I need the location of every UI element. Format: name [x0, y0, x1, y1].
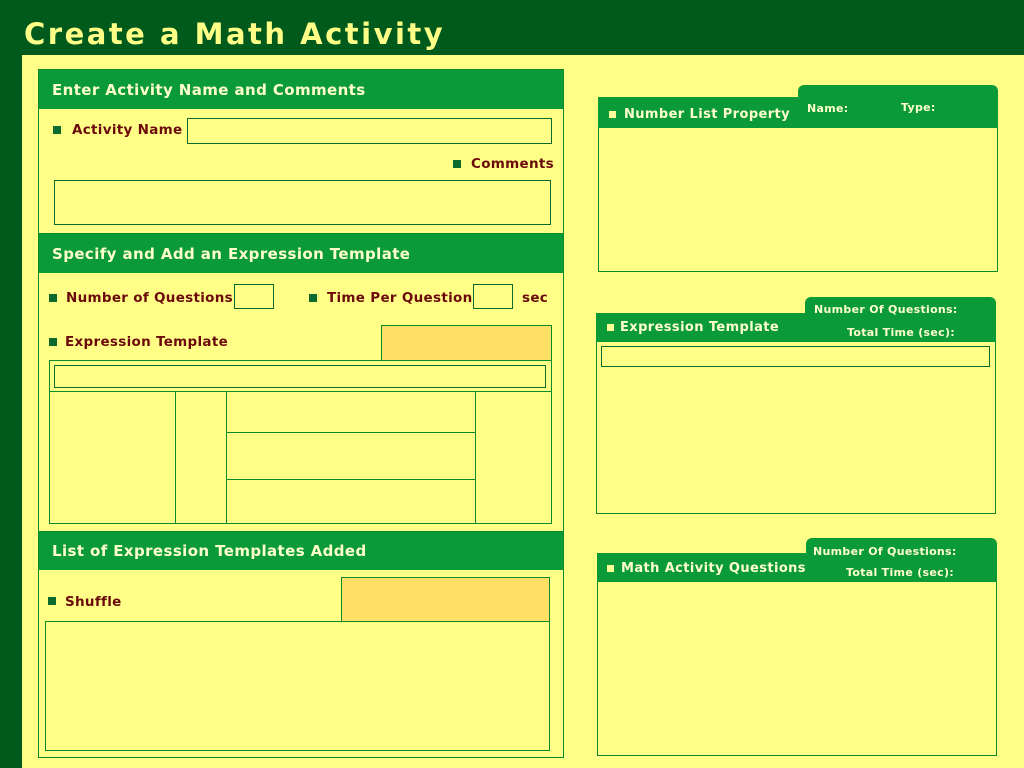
- expression-template-label: Expression Template: [65, 334, 229, 350]
- bullet-icon: [453, 160, 461, 168]
- templates-list-section-title: List of Expression Templates Added: [52, 542, 367, 560]
- left-sidebar-strip: [0, 0, 22, 768]
- operand-slot-2[interactable]: [227, 433, 475, 479]
- expression-template-display[interactable]: [601, 346, 990, 367]
- expression-template-action-area[interactable]: [381, 325, 552, 361]
- templates-list-section-header: List of Expression Templates Added: [39, 532, 563, 570]
- number-of-questions-label: Number of Questions: [66, 290, 233, 306]
- operator-list[interactable]: [176, 392, 226, 523]
- shuffle-label[interactable]: Shuffle: [65, 594, 122, 610]
- comments-textarea[interactable]: [54, 180, 551, 225]
- bullet-icon: [609, 111, 616, 118]
- math-activity-questions-list[interactable]: [598, 583, 996, 755]
- total-time-summary-label: Total Time (sec):: [847, 326, 955, 339]
- templates-list-box[interactable]: [45, 621, 550, 751]
- name-label: Name:: [807, 102, 849, 115]
- bullet-icon: [53, 126, 61, 134]
- operand-slot-1[interactable]: [227, 392, 475, 432]
- number-of-questions-summary-label: Number Of Questions:: [814, 303, 958, 316]
- number-list-property-title: Number List Property: [624, 107, 791, 122]
- number-of-questions-input[interactable]: [234, 284, 274, 309]
- activity-name-input[interactable]: [187, 118, 552, 144]
- sec-unit-label: sec: [522, 290, 549, 306]
- expression-template-panel: [596, 313, 996, 514]
- app-title: Create a Math Activity: [24, 17, 446, 51]
- expression-section-header: Specify and Add an Expression Template: [39, 234, 563, 273]
- activity-section-title: Enter Activity Name and Comments: [52, 80, 366, 99]
- operand-slot-3[interactable]: [227, 480, 475, 523]
- bullet-icon: [607, 324, 614, 331]
- activity-section-header: Enter Activity Name and Comments: [39, 70, 563, 109]
- comments-label: Comments: [471, 156, 554, 172]
- shuffle-action-area[interactable]: [341, 577, 550, 622]
- time-per-question-label: Time Per Question: [327, 290, 473, 306]
- bullet-icon: [48, 597, 56, 605]
- time-per-question-input[interactable]: [473, 284, 513, 309]
- bullet-icon: [309, 294, 317, 302]
- expression-section-title: Specify and Add an Expression Template: [52, 244, 411, 263]
- bullet-icon: [49, 338, 57, 346]
- bullet-icon: [607, 565, 614, 572]
- expression-template-panel-title: Expression Template: [620, 320, 780, 335]
- type-label: Type:: [901, 101, 936, 114]
- math-activity-questions-title: Math Activity Questions: [621, 561, 806, 576]
- questions-total-time-label: Total Time (sec):: [846, 566, 954, 579]
- operand-list-2[interactable]: [476, 392, 551, 523]
- expression-template-input[interactable]: [54, 365, 546, 388]
- activity-name-label: Activity Name: [72, 122, 183, 138]
- questions-count-label: Number Of Questions:: [813, 545, 957, 558]
- bullet-icon: [49, 294, 57, 302]
- operand-list-1[interactable]: [50, 392, 175, 523]
